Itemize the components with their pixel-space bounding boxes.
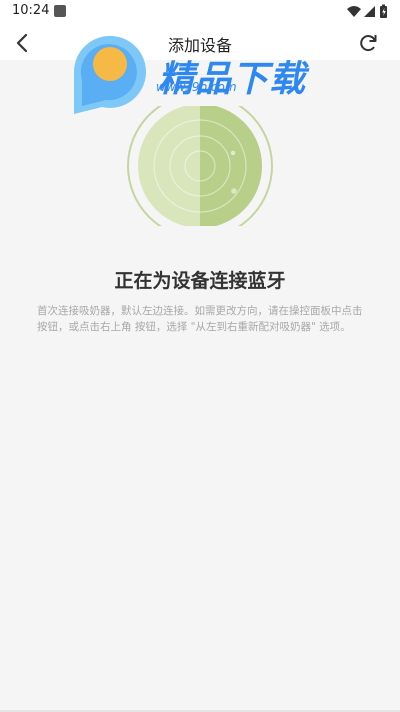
- status-icons: [347, 4, 387, 18]
- battery-icon: [380, 4, 387, 18]
- watermark: 精品下载 www.j9p.com: [68, 24, 328, 114]
- watermark-logo-icon: [73, 35, 146, 114]
- status-bar: 10:24: [0, 0, 400, 24]
- watermark-brand: 精品下载: [158, 59, 307, 100]
- status-time: 10:24: [12, 3, 50, 18]
- scan-status-title: 正在为设备连接蓝牙: [114, 270, 286, 292]
- notification-icon: [54, 5, 66, 17]
- wifi-icon: [347, 6, 361, 17]
- pairing-instructions: 首次连接吸奶器，默认左边连接。如需更改方向，请在操控面板中点击 按钮，或点击右上…: [37, 305, 363, 333]
- refresh-icon[interactable]: [356, 30, 380, 56]
- radar-scan-icon: [127, 106, 273, 226]
- watermark-url: www.j9p.com: [156, 80, 237, 94]
- signal-icon: [364, 6, 375, 17]
